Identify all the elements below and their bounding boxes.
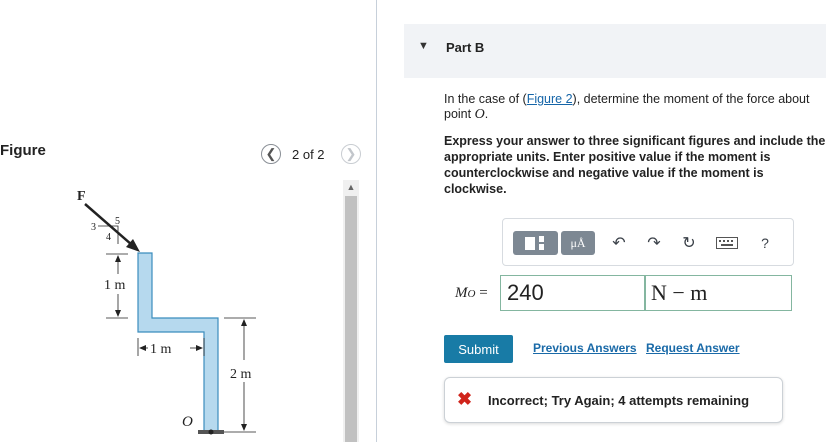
dim-vertical-right-label: 2 m	[230, 367, 252, 382]
feedback-box: ✖ Incorrect; Try Again; 4 attempts remai…	[444, 377, 783, 423]
figure-pager-text: 2 of 2	[292, 147, 325, 162]
figure-title: Figure	[0, 142, 46, 159]
previous-figure-button[interactable]: ❮	[261, 144, 281, 164]
figure-2-link[interactable]: Figure 2	[527, 92, 573, 106]
feedback-text: Incorrect; Try Again; 4 attempts remaini…	[488, 393, 750, 408]
pane-divider	[376, 0, 377, 442]
request-answer-link[interactable]: Request Answer	[646, 341, 740, 355]
next-figure-button[interactable]: ❯	[341, 144, 361, 164]
help-icon[interactable]: ?	[755, 232, 775, 254]
scrollbar-thumb[interactable]	[345, 196, 357, 442]
help-label: ?	[761, 235, 769, 251]
question-text-start: In the case of (	[444, 92, 527, 106]
x-icon: ✖	[457, 389, 473, 409]
point-o-label: O	[182, 414, 193, 430]
previous-answers-link[interactable]: Previous Answers	[533, 341, 637, 355]
chevron-left-icon: ❮	[265, 146, 277, 161]
dim-horizontal-label: 1 m	[150, 342, 172, 357]
slope-5-label: 5	[115, 216, 120, 227]
answer-label-equals: =	[475, 285, 488, 301]
chevron-right-icon: ❯	[345, 146, 357, 161]
question-text: In the case of (Figure 2), determine the…	[444, 92, 832, 122]
redo-icon[interactable]: ↷	[644, 232, 664, 254]
keyboard-icon[interactable]	[715, 232, 739, 254]
caret-down-icon[interactable]: ▼	[418, 40, 429, 52]
answer-value-input[interactable]: 240	[500, 275, 645, 311]
figure-diagram: F 3 4 5 O 1 m 1 m 2 m	[77, 189, 256, 435]
question-point: O	[474, 107, 485, 122]
units-button[interactable]: μÅ	[561, 231, 595, 255]
submit-button[interactable]: Submit	[444, 335, 513, 363]
undo-icon[interactable]: ↶	[609, 232, 629, 254]
equation-toolbar: μÅ ↶ ↷ ↻ ?	[502, 218, 794, 266]
dim-vertical-top-label: 1 m	[104, 278, 126, 293]
units-label: μÅ	[570, 235, 586, 250]
templates-icon[interactable]	[513, 231, 558, 255]
question-period: .	[484, 107, 489, 121]
reset-icon[interactable]: ↻	[679, 232, 699, 254]
part-title: Part B	[446, 40, 485, 55]
answer-instructions: Express your answer to three significant…	[444, 134, 826, 196]
scroll-up-arrow-icon[interactable]: ▲	[343, 180, 359, 194]
slope-3-label: 3	[91, 222, 96, 233]
force-label: F	[77, 189, 86, 204]
answer-units-input[interactable]: N − m	[645, 275, 792, 311]
answer-label-main: M	[455, 285, 468, 301]
point-o-dot	[208, 429, 214, 435]
slope-4-label: 4	[106, 232, 111, 243]
answer-label: MO =	[455, 285, 488, 302]
